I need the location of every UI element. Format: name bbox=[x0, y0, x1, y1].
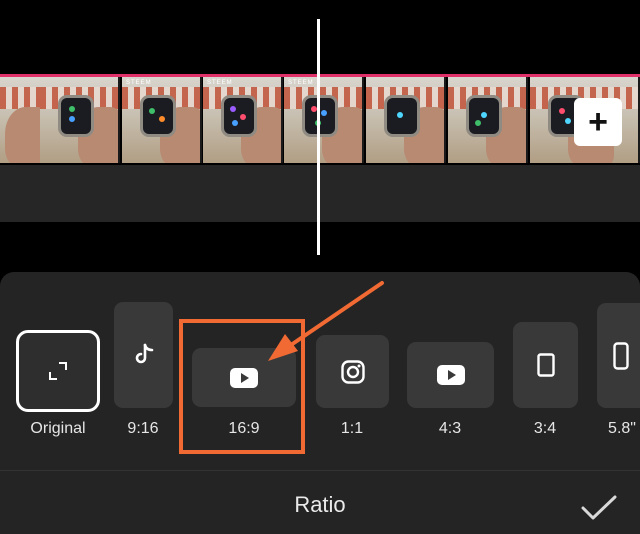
video-clip-strip[interactable]: STEEM STEEM STEEM bbox=[0, 77, 640, 163]
ratio-label-9-16: 9:16 bbox=[127, 420, 159, 437]
clip-frame: STEEM bbox=[122, 77, 202, 163]
crop-corners-icon bbox=[49, 362, 67, 380]
ratio-label-original: Original bbox=[30, 420, 86, 437]
empty-track[interactable] bbox=[0, 165, 640, 222]
tiktok-icon bbox=[135, 343, 153, 364]
frame-watermark: STEEM bbox=[288, 80, 314, 86]
panel-divider bbox=[0, 470, 640, 471]
instagram-icon bbox=[340, 359, 365, 384]
playhead[interactable] bbox=[317, 19, 320, 255]
frame-watermark: STEEM bbox=[207, 80, 233, 86]
plus-icon: + bbox=[588, 103, 608, 141]
timeline-area[interactable]: STEEM STEEM STEEM + bbox=[0, 0, 640, 270]
ratio-label-5-8-inch: 5.8" bbox=[608, 420, 636, 437]
phone-rect-icon bbox=[613, 341, 629, 370]
add-clip-button[interactable]: + bbox=[574, 98, 622, 146]
annotation-highlight-box bbox=[179, 319, 305, 454]
confirm-checkmark-icon[interactable] bbox=[581, 494, 617, 522]
clip-frame bbox=[366, 77, 446, 163]
portrait-rect-icon bbox=[536, 353, 555, 377]
ratio-label-4-3: 4:3 bbox=[438, 420, 462, 437]
ratio-option-original[interactable] bbox=[16, 330, 100, 412]
clip-frame: STEEM bbox=[203, 77, 283, 163]
clip-frame: STEEM bbox=[284, 77, 364, 163]
ratio-option-4-3[interactable] bbox=[407, 342, 494, 408]
ratio-option-1-1[interactable] bbox=[316, 335, 389, 408]
ratio-option-5-8-inch[interactable] bbox=[597, 303, 640, 408]
frame-watermark: STEEM bbox=[126, 80, 152, 86]
youtube-icon bbox=[436, 365, 465, 385]
clip-frame bbox=[40, 77, 120, 163]
ratio-label-1-1: 1:1 bbox=[340, 420, 364, 437]
ratio-label-3-4: 3:4 bbox=[533, 420, 557, 437]
ratio-option-3-4[interactable] bbox=[513, 322, 578, 408]
ratio-option-9-16[interactable] bbox=[114, 302, 173, 408]
clip-frame bbox=[448, 77, 528, 163]
panel-title: Ratio bbox=[294, 492, 346, 517]
